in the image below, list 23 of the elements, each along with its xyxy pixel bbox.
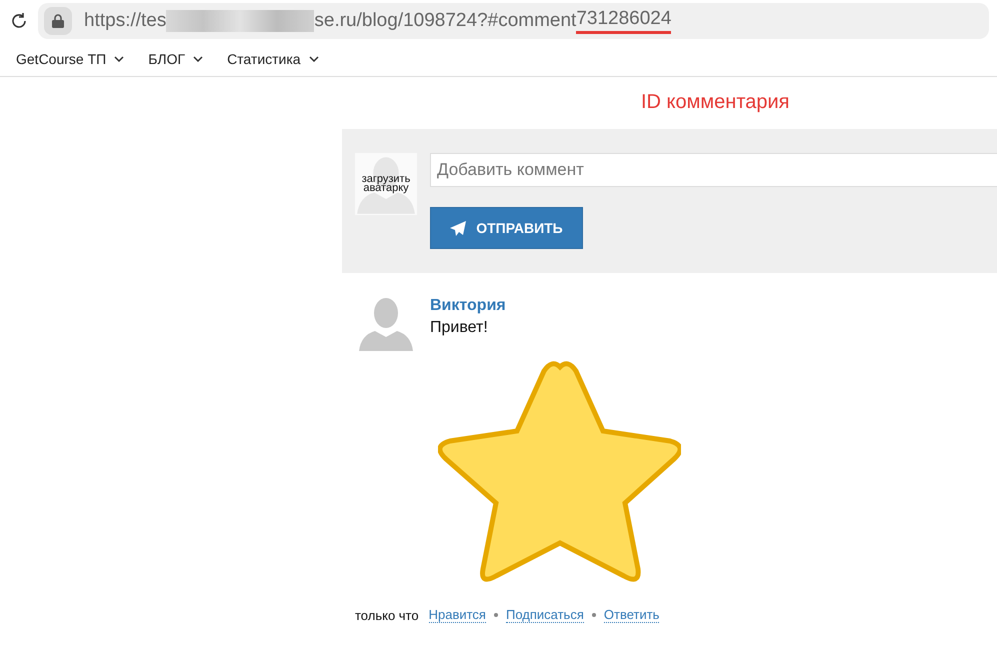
url-text: se.ru/blog/1098724?#comment [314,10,576,32]
paper-plane-icon [450,220,466,236]
annotation-label: ID комментария [641,91,790,113]
chevron-icon [308,56,319,62]
avatar-icon [357,295,415,351]
comment-time: только что [355,608,419,622]
comment-id: 731286024 [576,8,672,34]
comment-text: Привет! [430,319,489,337]
comment-input[interactable]: Добавить коммент [430,153,997,187]
avatar-upload[interactable]: загрузить аватарку [355,153,417,215]
send-button[interactable]: ОТПРАВИТЬ [430,207,583,249]
lock-icon [52,14,64,28]
chevron-icon [193,56,204,62]
comment-action-link[interactable]: Ответить [604,607,660,623]
url-text: https://tes [84,10,166,32]
address-bar[interactable]: https://tes se.ru/blog/1098724?#comment731286024 [38,3,989,39]
bookmark-menu[interactable]: GetCourse ТП [16,51,124,67]
bookmark-menu[interactable]: Статистика [227,51,319,67]
author-name[interactable]: Виктория [430,297,681,315]
comment-action-link[interactable]: Нравится [428,607,486,623]
bookmark-menu[interactable]: БЛОГ [148,51,204,67]
chevron-icon [114,56,124,62]
comment-action-link[interactable]: Подписаться [506,607,584,623]
